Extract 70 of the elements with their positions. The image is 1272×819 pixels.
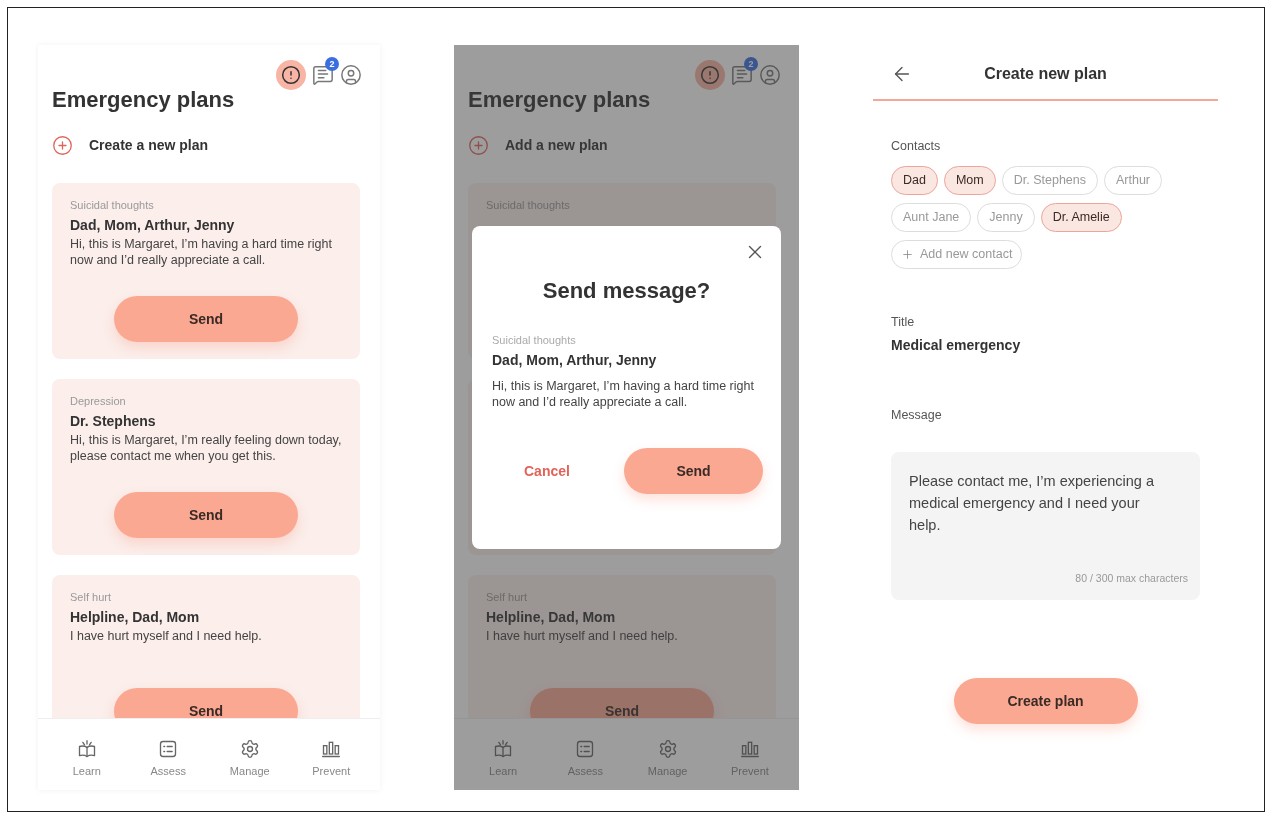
screen-title: Emergency plans [52, 86, 235, 114]
plan-category: Suicidal thoughts [492, 333, 577, 347]
create-plan-link[interactable]: Create a new plan [52, 135, 380, 156]
plan-contacts: Helpline, Dad, Mom [70, 608, 201, 626]
create-plan-label: Create a new plan [89, 136, 209, 155]
plan-message: Hi, this is Margaret, I’m really feeling down today, please contact me when you get this. [70, 432, 342, 464]
bar-chart-icon [739, 739, 760, 759]
contact-chip[interactable]: Aunt Jane [891, 202, 972, 232]
alert-icon [700, 65, 720, 85]
nav-tab[interactable]: Prevent [717, 739, 782, 790]
send-button[interactable]: Send [114, 296, 298, 342]
plan-contacts: Dad, Mom, Arthur, Jenny [492, 351, 658, 369]
nav-tab[interactable]: Manage [635, 739, 700, 790]
book-icon [493, 739, 514, 759]
contact-chip[interactable]: Jenny [977, 202, 1035, 232]
list-icon [158, 739, 179, 759]
contact-chip[interactable]: Mom [943, 165, 996, 195]
nav-tab[interactable]: Assess [136, 739, 201, 790]
dialog-title: Send message? [541, 277, 712, 305]
plus-circle-icon [52, 135, 73, 156]
title-label: Title [891, 313, 916, 331]
message-text: Please contact me, I’m experiencing a medical emergency and I need your help. [909, 472, 1155, 536]
contact-chip[interactable]: Dr. Amelie [1040, 202, 1122, 232]
title-value: Medical emergency [891, 335, 1022, 355]
profile-icon[interactable] [340, 64, 362, 86]
plan-category: Self hurt [70, 590, 112, 604]
plan-contacts: Helpline, Dad, Mom [486, 608, 617, 626]
cancel-button[interactable]: Cancel [524, 460, 570, 482]
nav-tab[interactable]: Manage [217, 739, 282, 790]
plan-contacts: Dr. Stephens [70, 412, 157, 430]
plus-icon [901, 247, 914, 261]
plan-message: Hi, this is Margaret, I’m having a hard time right now and I’d really appreciate a call. [70, 236, 333, 268]
bar-chart-icon [321, 739, 342, 759]
message-field[interactable]: Please contact me, I’m experiencing a medical emergency and I need your help. 80 / 300 max characters [891, 452, 1200, 601]
contact-chip[interactable]: Dr. Stephens [1001, 165, 1098, 195]
send-button[interactable]: Send [114, 688, 298, 718]
add-contact-button[interactable]: Add new contact [891, 239, 1023, 269]
send-button[interactable]: Send [624, 448, 763, 494]
nav-tab[interactable]: Prevent [299, 739, 364, 790]
screen-title: Emergency plans [468, 86, 651, 114]
contact-chip[interactable]: Dad [891, 165, 938, 195]
send-button[interactable]: Send [114, 492, 298, 538]
notification-badge: 2 [744, 57, 758, 71]
gear-icon [239, 739, 260, 759]
nav-tab[interactable]: Assess [553, 739, 618, 790]
plan-contacts: Dad, Mom, Arthur, Jenny [70, 216, 236, 234]
create-plan-label: Add a new plan [505, 136, 608, 155]
profile-icon[interactable] [759, 64, 781, 86]
plan-message: I have hurt myself and I need help. [486, 628, 679, 644]
plan-message: I have hurt myself and I need help. [70, 628, 263, 644]
send-button[interactable]: Send [530, 688, 714, 718]
create-plan-link[interactable]: Add a new plan [468, 135, 799, 156]
nav-tab[interactable]: Learn [54, 739, 119, 790]
plan-message: Hi, this is Margaret, I’m having a hard time right now and I’d really appreciate a call. [492, 378, 755, 410]
alert-icon [281, 65, 301, 85]
create-plan-button[interactable]: Create plan [953, 678, 1138, 725]
plan-category: Suicidal thoughts [70, 198, 155, 212]
nav-tab[interactable]: Learn [471, 739, 536, 790]
character-counter: 80 / 300 max characters [1075, 570, 1188, 586]
screen-title: Create new plan [983, 64, 1108, 84]
contacts-label: Contacts [891, 138, 942, 155]
list-icon [575, 739, 596, 759]
plus-circle-icon [468, 135, 489, 156]
notification-badge: 2 [325, 57, 339, 71]
alert-button[interactable] [276, 60, 306, 90]
book-icon [76, 739, 97, 759]
plan-category: Depression [70, 394, 127, 408]
message-label: Message [891, 406, 943, 424]
gear-icon [657, 739, 678, 759]
contact-chip[interactable]: Arthur [1104, 165, 1163, 195]
